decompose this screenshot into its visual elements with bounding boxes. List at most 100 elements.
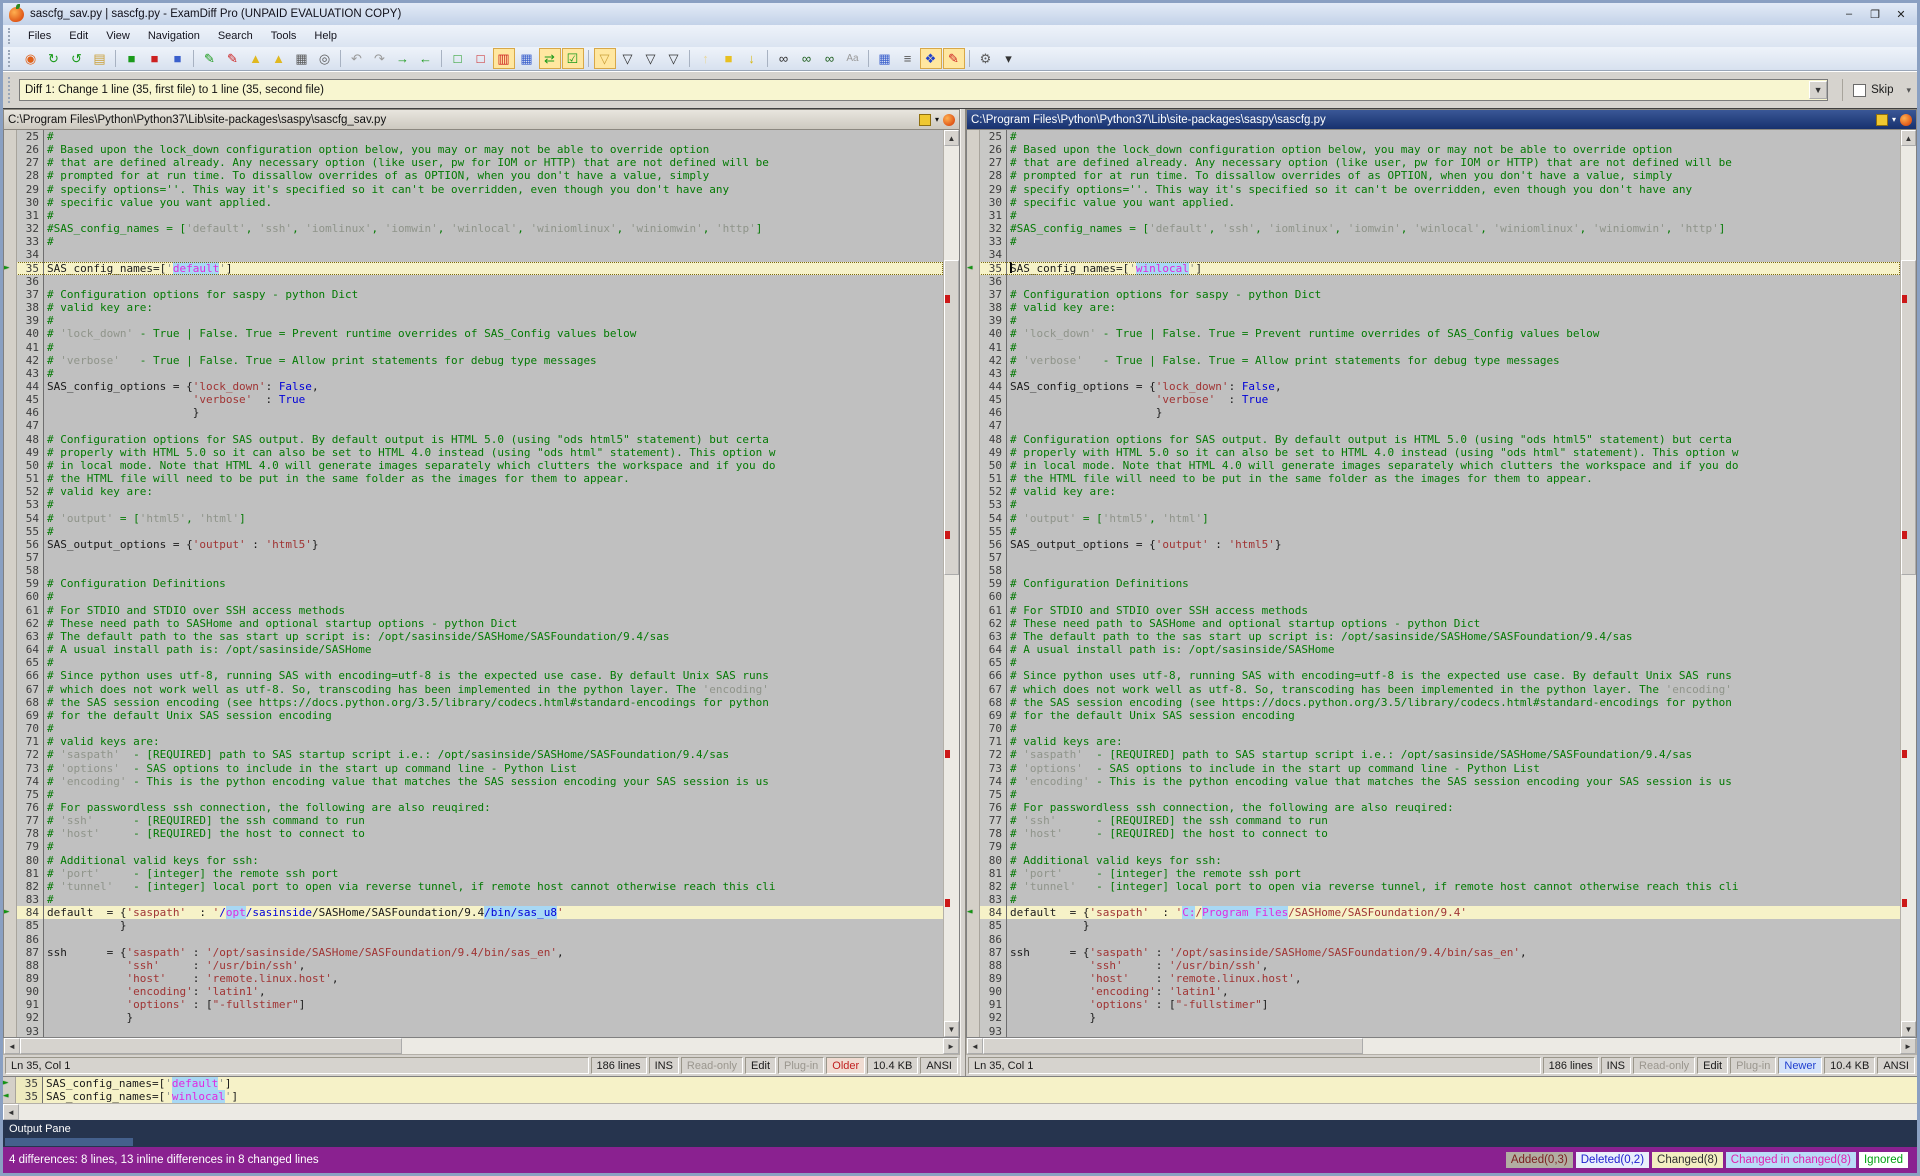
filter-show-diffs-button[interactable]: ▽	[617, 48, 639, 69]
code-line-89[interactable]: 89 'host' : 'remote.linux.host',	[4, 972, 943, 985]
menubar-grip[interactable]	[8, 28, 14, 43]
right-file-header[interactable]: C:\Program Files\Python\Python37\Lib\sit…	[966, 109, 1917, 130]
code-line-54[interactable]: 54# 'output' = ['html5', 'html']	[4, 512, 943, 525]
code-line-45[interactable]: 45 'verbose' : True	[967, 393, 1900, 406]
code-line-66[interactable]: 66# Since python uses utf-8, running SAS…	[4, 669, 943, 682]
code-line-79[interactable]: 79#	[4, 840, 943, 853]
bottom-diff-row[interactable]: ◄35SAS_config_names=['winlocal']	[3, 1090, 1917, 1103]
code-line-43[interactable]: 43#	[4, 367, 943, 380]
code-line-28[interactable]: 28# prompted for at run time. To dissall…	[967, 169, 1900, 182]
code-line-39[interactable]: 39#	[967, 314, 1900, 327]
code-line-85[interactable]: 85 }	[967, 919, 1900, 932]
code-line-56[interactable]: 56SAS_output_options = {'output' : 'html…	[4, 538, 943, 551]
code-line-42[interactable]: 42# 'verbose' - True | False. True = All…	[4, 354, 943, 367]
code-line-26[interactable]: 26# Based upon the lock_down configurati…	[967, 143, 1900, 156]
code-line-72[interactable]: 72# 'saspath' - [REQUIRED] path to SAS s…	[967, 748, 1900, 761]
code-line-93[interactable]: 93	[967, 1025, 1900, 1037]
code-line-30[interactable]: 30# specific value you want applied.	[4, 196, 943, 209]
next-difference-button[interactable]: ↓	[741, 48, 763, 69]
code-line-45[interactable]: 45 'verbose' : True	[4, 393, 943, 406]
copy-to-second-button[interactable]: →	[392, 48, 414, 69]
code-line-56[interactable]: 56SAS_output_options = {'output' : 'html…	[967, 538, 1900, 551]
code-line-77[interactable]: 77# 'ssh' - [REQUIRED] the ssh command t…	[4, 814, 943, 827]
bottom-diff-pane[interactable]: ►35SAS_config_names=['default']◄35SAS_co…	[3, 1076, 1917, 1103]
code-line-64[interactable]: 64# A usual install path is: /opt/sasins…	[4, 643, 943, 656]
code-line-66[interactable]: 66# Since python uses utf-8, running SAS…	[967, 669, 1900, 682]
menu-item-search[interactable]: Search	[209, 27, 262, 45]
toolbar-overflow-icon[interactable]: ▾	[1906, 85, 1911, 96]
code-line-68[interactable]: 68# the SAS session encoding (see https:…	[4, 696, 943, 709]
code-line-77[interactable]: 77# 'ssh' - [REQUIRED] the ssh command t…	[967, 814, 1900, 827]
scroll-right-icon[interactable]: ►	[943, 1038, 959, 1054]
code-line-72[interactable]: 72# 'saspath' - [REQUIRED] path to SAS s…	[4, 748, 943, 761]
show-second-pane-button[interactable]: □	[470, 48, 492, 69]
code-line-88[interactable]: 88 'ssh' : '/usr/bin/ssh',	[967, 959, 1900, 972]
settings-button[interactable]: ⚙	[975, 48, 997, 69]
copy-to-first-button[interactable]: ←	[415, 48, 437, 69]
code-line-41[interactable]: 41#	[967, 341, 1900, 354]
code-line-74[interactable]: 74# 'encoding' - This is the python enco…	[967, 775, 1900, 788]
code-line-50[interactable]: 50# in local mode. Note that HTML 4.0 wi…	[967, 459, 1900, 472]
menu-item-navigation[interactable]: Navigation	[139, 27, 209, 45]
code-line-82[interactable]: 82# 'tunnel' - [integer] local port to o…	[4, 880, 943, 893]
code-line-70[interactable]: 70#	[967, 722, 1900, 735]
code-line-60[interactable]: 60#	[967, 590, 1900, 603]
scroll-up-icon[interactable]: ▲	[1901, 130, 1916, 146]
right-compare-icon[interactable]	[1900, 114, 1912, 126]
code-line-75[interactable]: 75#	[967, 788, 1900, 801]
code-line-46[interactable]: 46 }	[967, 406, 1900, 419]
maximize-button[interactable]: ❐	[1863, 6, 1887, 23]
right-header-dropdown-icon[interactable]: ▾	[1892, 115, 1896, 124]
code-line-47[interactable]: 47	[4, 419, 943, 432]
code-line-76[interactable]: 76# For passwordless ssh connection, the…	[4, 801, 943, 814]
code-line-53[interactable]: 53#	[4, 498, 943, 511]
code-line-57[interactable]: 57	[967, 551, 1900, 564]
code-line-33[interactable]: 33#	[4, 235, 943, 248]
left-compare-icon[interactable]	[943, 114, 955, 126]
options-editor-button[interactable]: ✎	[943, 48, 965, 69]
find-button[interactable]: ∞	[773, 48, 795, 69]
compare-button[interactable]: ◉	[20, 48, 42, 69]
code-line-52[interactable]: 52# valid key are:	[4, 485, 943, 498]
refresh-files-button[interactable]: ↺	[66, 48, 88, 69]
recompare-button[interactable]: ↻	[43, 48, 65, 69]
code-line-50[interactable]: 50# in local mode. Note that HTML 4.0 wi…	[4, 459, 943, 472]
code-line-44[interactable]: 44SAS_config_options = {'lock_down': Fal…	[967, 380, 1900, 393]
menu-item-help[interactable]: Help	[305, 27, 346, 45]
prev-block-first-button[interactable]: ▲	[245, 48, 267, 69]
menu-item-tools[interactable]: Tools	[262, 27, 306, 45]
diffbar-grip[interactable]	[8, 77, 14, 102]
code-line-55[interactable]: 55#	[4, 525, 943, 538]
scroll-right-icon[interactable]: ►	[1900, 1038, 1916, 1054]
save-first-button[interactable]: ■	[144, 48, 166, 69]
skip-checkbox[interactable]	[1853, 84, 1866, 97]
code-line-25[interactable]: 25#	[967, 130, 1900, 143]
left-code-scroll[interactable]: 25#26# Based upon the lock_down configur…	[4, 130, 943, 1037]
code-line-90[interactable]: 90 'encoding': 'latin1',	[4, 985, 943, 998]
previous-difference-button[interactable]: ↑	[695, 48, 717, 69]
code-line-87[interactable]: 87ssh = {'saspath' : '/opt/sasinside/SAS…	[967, 946, 1900, 959]
current-difference-button[interactable]: ■	[718, 48, 740, 69]
code-line-82[interactable]: 82# 'tunnel' - [integer] local port to o…	[967, 880, 1900, 893]
code-line-65[interactable]: 65#	[967, 656, 1900, 669]
code-line-73[interactable]: 73# 'options' - SAS options to include i…	[4, 762, 943, 775]
code-line-83[interactable]: 83#	[967, 893, 1900, 906]
code-line-79[interactable]: 79#	[967, 840, 1900, 853]
grid-view-button[interactable]: ▦	[516, 48, 538, 69]
code-line-33[interactable]: 33#	[967, 235, 1900, 248]
show-checkmarks-button[interactable]: ☑	[562, 48, 584, 69]
report-button[interactable]: ▦	[874, 48, 896, 69]
print-preview-button[interactable]: ◎	[314, 48, 336, 69]
code-line-52[interactable]: 52# valid key are:	[967, 485, 1900, 498]
code-line-51[interactable]: 51# the HTML file will need to be put in…	[4, 472, 943, 485]
code-line-86[interactable]: 86	[4, 933, 943, 946]
find-previous-button[interactable]: ∞	[819, 48, 841, 69]
edit-first-button[interactable]: ✎	[199, 48, 221, 69]
diff-combo[interactable]: Diff 1: Change 1 line (35, first file) t…	[19, 79, 1828, 101]
bottom-pane-scrollbar[interactable]: ◄	[3, 1103, 1917, 1120]
code-line-38[interactable]: 38# valid key are:	[4, 301, 943, 314]
code-line-81[interactable]: 81# 'port' - [integer] the remote ssh po…	[967, 867, 1900, 880]
save-both-button[interactable]: ■	[167, 48, 189, 69]
code-line-69[interactable]: 69# for the default Unix SAS session enc…	[967, 709, 1900, 722]
code-line-92[interactable]: 92 }	[967, 1011, 1900, 1024]
